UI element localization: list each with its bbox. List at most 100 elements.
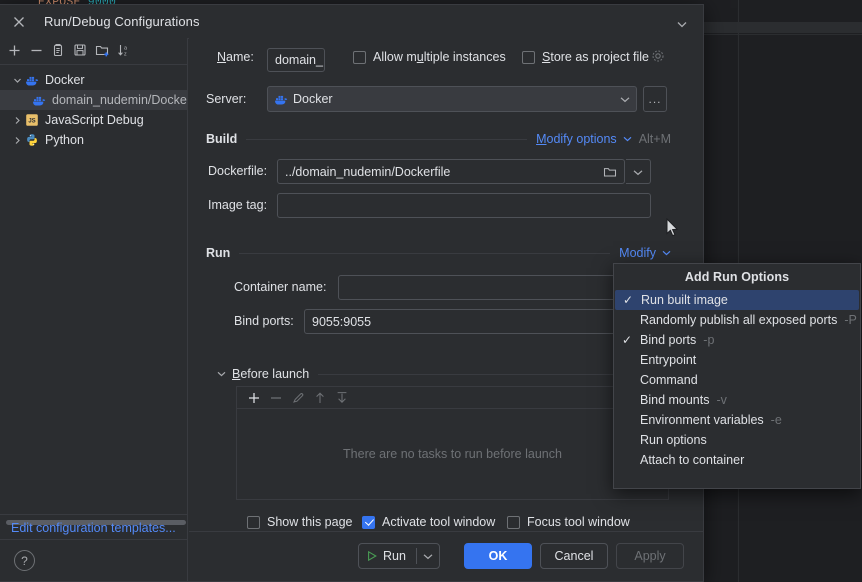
bind-ports-row-label: Bind ports: [234, 314, 294, 328]
docker-icon [31, 92, 47, 108]
server-more-button[interactable]: ... [643, 86, 667, 112]
before-launch-title: Before launch [232, 367, 310, 381]
menu-item-flag: -v [716, 393, 727, 407]
menu-item-label: Randomly publish all exposed ports [640, 313, 838, 327]
name-input[interactable]: domain_ [267, 48, 325, 72]
chevron-down-icon[interactable] [677, 17, 687, 28]
menu-item-entrypoint[interactable]: Entrypoint [614, 350, 860, 370]
chevron-down-icon[interactable] [620, 92, 630, 106]
check-icon: ✓ [622, 333, 633, 347]
mouse-cursor [666, 217, 679, 238]
dockerfile-history-button[interactable] [626, 159, 651, 184]
gear-icon[interactable] [651, 49, 665, 66]
build-section-title: Build [206, 132, 238, 146]
run-modify-link[interactable]: Modify [619, 246, 656, 260]
before-launch-toolbar [236, 386, 669, 408]
server-value: Docker [293, 92, 333, 106]
run-dropdown-button[interactable] [417, 544, 439, 568]
tree-item-python[interactable]: Python [0, 130, 187, 150]
image-tag-row-label: Image tag: [208, 198, 267, 212]
docker-icon [274, 93, 289, 106]
tree-item-label: Docker [45, 73, 85, 87]
bind-ports-value: 9055:9055 [312, 314, 372, 329]
activate-tool-window-checkbox[interactable] [362, 515, 375, 529]
add-configuration-button[interactable] [4, 41, 24, 59]
chevron-right-icon[interactable] [10, 116, 24, 125]
dockerfile-row-label: Dockerfile: [208, 164, 267, 178]
apply-button: Apply [616, 543, 684, 569]
tree-item-docker[interactable]: Docker [0, 70, 187, 90]
add-run-options-menu: Add Run Options ✓ Run built image Random… [613, 263, 861, 489]
svg-text:z: z [124, 51, 127, 57]
menu-item-bind-mounts[interactable]: Bind mounts -v [614, 390, 860, 410]
menu-item-label: Entrypoint [640, 353, 697, 367]
menu-item-run-built-image[interactable]: ✓ Run built image [615, 290, 859, 310]
store-as-project-file-checkbox[interactable] [522, 50, 535, 64]
folder-add-icon[interactable] [92, 41, 112, 59]
menu-item-run-options[interactable]: Run options [614, 430, 860, 450]
store-as-project-file-label: Store as project file [542, 50, 650, 64]
configurations-sidebar: a z Docker domain_nudemin/Docke JS JavaS… [0, 38, 188, 581]
allow-multiple-instances-row[interactable]: Allow multiple instances [353, 50, 506, 64]
cancel-button[interactable]: Cancel [540, 543, 608, 569]
menu-item-bind-ports[interactable]: ✓ Bind ports -p [614, 330, 860, 350]
section-divider [318, 373, 660, 375]
sort-az-icon[interactable]: a z [114, 41, 134, 59]
remove-configuration-button[interactable] [26, 41, 46, 59]
menu-item-command[interactable]: Command [614, 370, 860, 390]
before-launch-remove-button [265, 387, 287, 409]
tree-item-label: JavaScript Debug [45, 113, 144, 127]
bind-ports-input[interactable]: 9055:9055 [304, 309, 651, 334]
activate-tool-window-label: Activate tool window [382, 515, 496, 529]
store-as-project-file-row[interactable]: Store as project file [522, 50, 649, 64]
menu-item-randomly-publish-ports[interactable]: Randomly publish all exposed ports -P [614, 310, 860, 330]
add-run-options-title: Add Run Options [684, 270, 790, 284]
run-section-header: Run Modify [206, 246, 671, 260]
save-configuration-button[interactable] [70, 41, 90, 59]
chevron-down-icon[interactable] [662, 250, 671, 256]
show-this-page-row[interactable]: Show this page [247, 515, 352, 529]
container-name-input[interactable] [338, 275, 651, 300]
menu-item-environment-variables[interactable]: Environment variables -e [614, 410, 860, 430]
server-row-label: Server: [206, 92, 246, 106]
ok-button[interactable]: OK [464, 543, 532, 569]
close-icon[interactable] [11, 14, 27, 30]
edit-configuration-templates-link[interactable]: Edit configuration templates... [11, 521, 176, 535]
tree-item-docker-config[interactable]: domain_nudemin/Dockerfile [0, 90, 187, 110]
help-button[interactable]: ? [14, 550, 35, 571]
run-button[interactable]: Run [359, 544, 416, 568]
docker-icon [24, 72, 40, 88]
before-launch-add-button[interactable] [243, 387, 265, 409]
before-launch-task-list[interactable]: There are no tasks to run before launch [236, 408, 669, 500]
folder-icon[interactable] [603, 166, 617, 178]
server-combobox[interactable]: Docker [267, 86, 637, 112]
menu-item-attach-to-container[interactable]: Attach to container [614, 450, 860, 470]
allow-multiple-instances-label: Allow multiple instances [373, 50, 506, 64]
name-row: Name: [217, 50, 254, 64]
chevron-right-icon[interactable] [10, 136, 24, 145]
tree-item-javascript-debug[interactable]: JS JavaScript Debug [0, 110, 187, 130]
menu-item-label: Bind ports [640, 333, 697, 347]
allow-multiple-instances-checkbox[interactable] [353, 50, 366, 64]
build-modify-options-link[interactable]: Modify options [536, 132, 617, 146]
chevron-down-icon[interactable] [10, 76, 24, 85]
focus-tool-window-label: Focus tool window [527, 515, 630, 529]
dockerfile-input[interactable]: ../domain_nudemin/Dockerfile [277, 159, 625, 184]
menu-item-flag: -e [770, 413, 782, 427]
chevron-down-icon[interactable] [217, 371, 226, 377]
focus-tool-window-checkbox[interactable] [507, 515, 520, 529]
chevron-down-icon[interactable] [623, 136, 632, 142]
menu-item-flag: -p [703, 333, 715, 347]
show-this-page-checkbox[interactable] [247, 515, 260, 529]
ide-tab-strip [704, 23, 862, 33]
run-split-button[interactable]: Run [358, 543, 440, 569]
menu-item-flag: -P [844, 313, 857, 327]
before-launch-edit-button [287, 387, 309, 409]
copy-configuration-button[interactable] [48, 41, 68, 59]
dockerfile-label: Dockerfile: [208, 164, 268, 178]
run-button-label: Run [383, 549, 406, 563]
focus-tool-window-row[interactable]: Focus tool window [507, 515, 630, 529]
image-tag-input[interactable] [277, 193, 651, 218]
activate-tool-window-row[interactable]: Activate tool window [362, 515, 495, 529]
before-launch-header: Before launch [217, 367, 669, 381]
